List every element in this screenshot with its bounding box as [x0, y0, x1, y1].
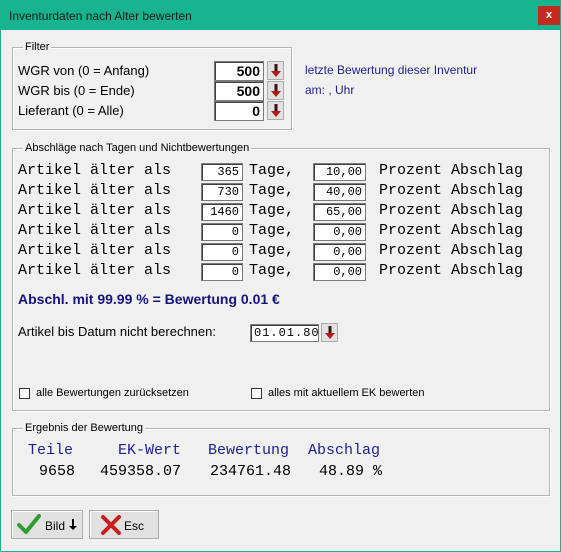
dialog-window: Inventurdaten nach Alter bewerten x Filt…	[0, 0, 561, 552]
arrow-down-icon	[271, 84, 281, 97]
wgr-to-input[interactable]: 500	[214, 81, 264, 101]
header-teile: Teile	[28, 442, 74, 459]
date-label: Artikel bis Datum nicht berechnen:	[18, 324, 216, 339]
wgr-from-label: WGR von (0 = Anfang)	[18, 63, 150, 78]
wgr-from-input[interactable]: 500	[214, 61, 264, 81]
days-input[interactable]: 0	[201, 223, 243, 241]
last-valuation-info: letzte Bewertung dieser Inventur	[305, 63, 478, 77]
days-input[interactable]: 0	[201, 263, 243, 281]
abschlaege-legend: Abschläge nach Tagen und Nichtbewertunge…	[23, 142, 252, 154]
arrow-down-icon	[271, 104, 281, 117]
row-days-label: Tage,	[249, 162, 295, 179]
row-prefix-label: Artikel älter als	[18, 242, 172, 259]
bild-button-label: Bild	[45, 519, 66, 533]
row-suffix-label: Prozent Abschlag	[379, 262, 524, 279]
ergebnis-group	[12, 428, 550, 496]
arrow-down-icon	[325, 326, 335, 339]
wgr-to-label: WGR bis (0 = Ende)	[18, 83, 135, 98]
row-prefix-label: Artikel älter als	[18, 262, 172, 279]
value-abschlag: 48.89 %	[319, 463, 383, 480]
last-valuation-date: am: , Uhr	[305, 83, 355, 97]
wgr-to-arrow-button[interactable]	[267, 81, 284, 100]
arrow-down-icon	[69, 519, 77, 530]
row-days-label: Tage,	[249, 242, 295, 259]
days-input[interactable]: 365	[201, 163, 243, 181]
percent-input[interactable]: 0,00	[313, 223, 366, 241]
supplier-input[interactable]: 0	[214, 101, 264, 121]
row-prefix-label: Artikel älter als	[18, 162, 172, 179]
percent-input[interactable]: 10,00	[313, 163, 366, 181]
value-bewertung: 234761.48	[210, 463, 292, 480]
row-days-label: Tage,	[249, 182, 295, 199]
days-input[interactable]: 730	[201, 183, 243, 201]
percent-input[interactable]: 0,00	[313, 243, 366, 261]
row-days-label: Tage,	[249, 202, 295, 219]
reset-all-label: alle Bewertungen zurücksetzen	[36, 387, 189, 399]
supplier-label: Lieferant (0 = Alle)	[18, 103, 124, 118]
date-input[interactable]: 01.01.80	[250, 324, 319, 342]
esc-button-label: Esc	[124, 519, 145, 533]
valuation-summary: Abschl. mit 99.99 % = Bewertung 0.01 €	[18, 291, 280, 307]
row-suffix-label: Prozent Abschlag	[379, 202, 524, 219]
row-prefix-label: Artikel älter als	[18, 182, 172, 199]
percent-input[interactable]: 0,00	[313, 263, 366, 281]
percent-input[interactable]: 40,00	[313, 183, 366, 201]
row-suffix-label: Prozent Abschlag	[379, 242, 524, 259]
reset-all-checkbox[interactable]	[19, 388, 30, 399]
header-ek-wert: EK-Wert	[118, 442, 182, 459]
red-x-icon	[101, 515, 121, 535]
ergebnis-legend: Ergebnis der Bewertung	[23, 422, 146, 434]
header-bewertung: Bewertung	[208, 442, 290, 459]
header-abschlag: Abschlag	[308, 442, 381, 459]
supplier-arrow-button[interactable]	[267, 101, 284, 120]
percent-input[interactable]: 65,00	[313, 203, 366, 221]
row-suffix-label: Prozent Abschlag	[379, 222, 524, 239]
days-input[interactable]: 0	[201, 243, 243, 261]
days-input[interactable]: 1460	[201, 203, 243, 221]
row-suffix-label: Prozent Abschlag	[379, 162, 524, 179]
row-days-label: Tage,	[249, 222, 295, 239]
current-ek-label: alles mit aktuellem EK bewerten	[268, 387, 425, 399]
row-suffix-label: Prozent Abschlag	[379, 182, 524, 199]
title-bar[interactable]: Inventurdaten nach Alter bewerten x	[0, 0, 561, 30]
date-arrow-button[interactable]	[321, 323, 338, 342]
checkmark-icon	[17, 514, 41, 534]
value-ek-wert: 459358.07	[100, 463, 182, 480]
esc-button[interactable]: Esc	[89, 510, 159, 539]
wgr-from-arrow-button[interactable]	[267, 61, 284, 80]
window-title: Inventurdaten nach Alter bewerten	[9, 9, 192, 23]
row-days-label: Tage,	[249, 262, 295, 279]
row-prefix-label: Artikel älter als	[18, 202, 172, 219]
filter-legend: Filter	[23, 41, 52, 53]
arrow-down-icon	[271, 64, 281, 77]
row-prefix-label: Artikel älter als	[18, 222, 172, 239]
value-teile: 9658	[39, 463, 76, 480]
close-button[interactable]: x	[538, 6, 560, 25]
current-ek-checkbox[interactable]	[251, 388, 262, 399]
dialog-client: Filter WGR von (0 = Anfang) 500 WGR bis …	[1, 30, 560, 551]
bild-button[interactable]: Bild	[11, 510, 83, 539]
